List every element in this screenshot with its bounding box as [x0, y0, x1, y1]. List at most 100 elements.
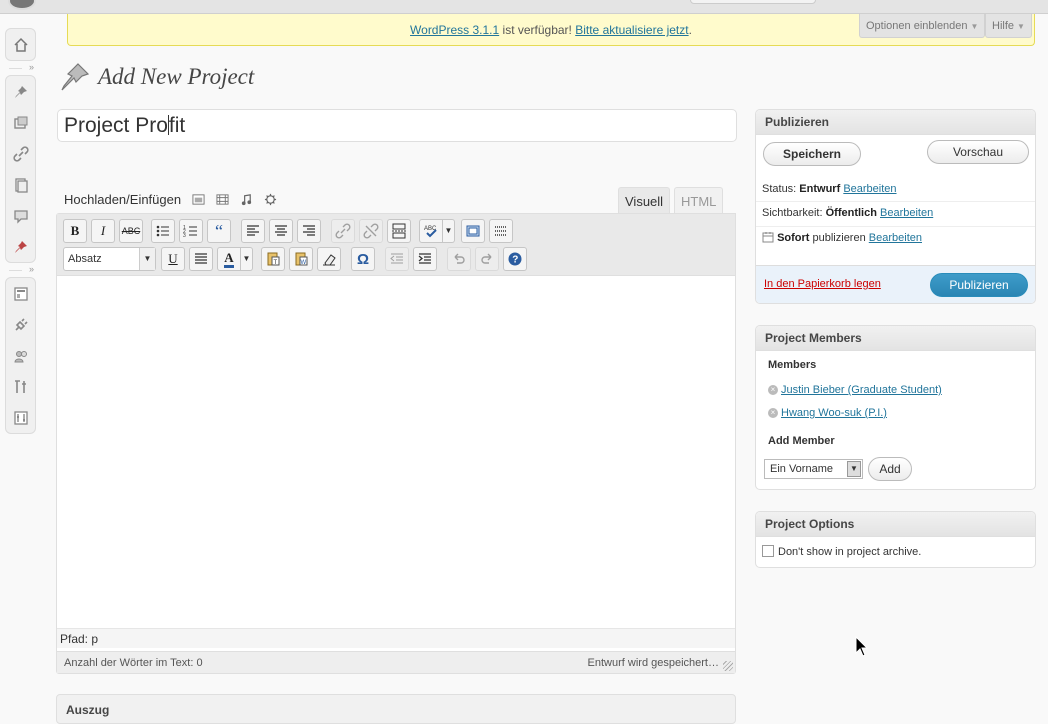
- add-member-button[interactable]: Add: [868, 457, 912, 481]
- strikethrough-button[interactable]: ABC: [119, 219, 143, 243]
- menu-group-settings: [5, 277, 36, 434]
- menu-media[interactable]: [6, 107, 35, 138]
- project-members-title[interactable]: Project Members: [756, 326, 1035, 351]
- comment-icon: [13, 209, 28, 224]
- link-icon: [335, 223, 351, 239]
- home-icon: [13, 37, 28, 52]
- help-editor-button[interactable]: ?: [503, 247, 527, 271]
- version-link[interactable]: WordPress 3.1.1: [410, 23, 499, 37]
- member-select[interactable]: Ein Vorname ▼: [764, 459, 863, 479]
- kitchen-sink-button[interactable]: [489, 219, 513, 243]
- insert-link-button[interactable]: [331, 219, 355, 243]
- menu-settings[interactable]: [6, 402, 35, 433]
- align-center-icon: [275, 225, 287, 236]
- numbered-list-button[interactable]: 123: [179, 219, 203, 243]
- preview-button[interactable]: Vorschau: [927, 140, 1029, 164]
- special-character-button[interactable]: Ω: [351, 247, 375, 271]
- add-image-icon[interactable]: [191, 193, 205, 207]
- fullscreen-button[interactable]: [461, 219, 485, 243]
- archive-checkbox[interactable]: [762, 545, 774, 557]
- format-select[interactable]: Absatz ▼: [63, 247, 156, 271]
- post-title-input[interactable]: Project Profit: [57, 109, 737, 142]
- underline-button[interactable]: U: [161, 247, 185, 271]
- excerpt-box-header[interactable]: Auszug: [56, 694, 736, 724]
- archive-checkbox-label[interactable]: Don't show in project archive.: [778, 546, 921, 558]
- menu-comments[interactable]: [6, 200, 35, 231]
- edit-status-link[interactable]: Bearbeiten: [843, 183, 896, 195]
- align-left-icon: [247, 225, 259, 236]
- add-video-icon[interactable]: [215, 193, 229, 207]
- svg-text:W: W: [301, 260, 307, 266]
- bullet-list-button[interactable]: [151, 219, 175, 243]
- align-center-button[interactable]: [269, 219, 293, 243]
- menu-dashboard[interactable]: [6, 29, 35, 60]
- menu-group-dashboard: [5, 28, 36, 61]
- settings-icon: [13, 410, 28, 425]
- bold-button[interactable]: B: [63, 219, 87, 243]
- editor-body[interactable]: [57, 276, 735, 628]
- resize-handle-icon[interactable]: [723, 661, 733, 671]
- undo-button[interactable]: [447, 247, 471, 271]
- menu-separator-2[interactable]: »: [5, 263, 36, 277]
- menu-projects[interactable]: [6, 231, 35, 262]
- italic-button[interactable]: I: [91, 219, 115, 243]
- wordpress-logo-icon[interactable]: [8, 0, 36, 10]
- menu-users[interactable]: [6, 340, 35, 371]
- text-color-dropdown-icon[interactable]: ▼: [241, 247, 253, 271]
- outdent-button[interactable]: [385, 247, 409, 271]
- add-media-icon[interactable]: [263, 193, 277, 207]
- menu-links[interactable]: [6, 138, 35, 169]
- publish-box: Publizieren Speichern Vorschau Status: E…: [755, 109, 1036, 304]
- project-options-title[interactable]: Project Options: [756, 512, 1035, 537]
- schedule-value: Sofort: [777, 232, 810, 244]
- menu-tools[interactable]: [6, 371, 35, 402]
- editor-toolbar: B I ABC 123 “ ABC ▼ Absatz ▼ U A ▼ T W Ω…: [57, 214, 735, 276]
- menu-posts[interactable]: [6, 76, 35, 107]
- align-right-button[interactable]: [297, 219, 321, 243]
- edit-visibility-link[interactable]: Bearbeiten: [880, 207, 933, 219]
- tab-visual[interactable]: Visuell: [618, 187, 671, 214]
- pushpin-icon: [14, 85, 27, 98]
- title-text-before: Project Pro: [64, 114, 168, 137]
- update-now-link[interactable]: Bitte aktualisiere jetzt: [575, 23, 688, 37]
- content-editor: B I ABC 123 “ ABC ▼ Absatz ▼ U A ▼ T W Ω…: [56, 213, 736, 674]
- paste-word-icon: W: [295, 252, 308, 266]
- undo-icon: [454, 253, 465, 264]
- member-link[interactable]: Justin Bieber (Graduate Student): [781, 384, 942, 396]
- menu-separator[interactable]: »: [5, 61, 36, 75]
- menu-pages[interactable]: [6, 169, 35, 200]
- remove-member-icon[interactable]: ×: [768, 385, 778, 395]
- justify-button[interactable]: [189, 247, 213, 271]
- menu-appearance[interactable]: [6, 278, 35, 309]
- menu-plugins[interactable]: [6, 309, 35, 340]
- paste-word-button[interactable]: W: [289, 247, 313, 271]
- indent-button[interactable]: [413, 247, 437, 271]
- paste-text-button[interactable]: T: [261, 247, 285, 271]
- align-justify-icon: [195, 253, 207, 264]
- publish-box-title[interactable]: Publizieren: [756, 110, 1035, 135]
- unlink-button[interactable]: [359, 219, 383, 243]
- spellcheck-button[interactable]: ABC: [419, 219, 443, 243]
- remove-member-icon[interactable]: ×: [768, 408, 778, 418]
- member-link[interactable]: Hwang Woo-suk (P.I.): [781, 407, 887, 419]
- spellcheck-dropdown-icon[interactable]: ▼: [443, 219, 455, 243]
- header-search-input[interactable]: [690, 0, 816, 4]
- tools-icon: [14, 379, 26, 393]
- remove-format-button[interactable]: [317, 247, 341, 271]
- blockquote-button[interactable]: “: [207, 219, 231, 243]
- screen-options-button[interactable]: Optionen einblenden ▼: [859, 14, 986, 38]
- help-button[interactable]: Hilfe ▼: [985, 14, 1032, 38]
- align-left-button[interactable]: [241, 219, 265, 243]
- status-label: Status:: [762, 183, 800, 195]
- text-color-button[interactable]: A: [217, 247, 241, 271]
- tab-html[interactable]: HTML: [674, 187, 724, 214]
- move-to-trash-link[interactable]: In den Papierkorb legen: [764, 278, 881, 290]
- chevron-down-icon: ▼: [139, 248, 155, 270]
- save-draft-button[interactable]: Speichern: [763, 142, 861, 166]
- add-audio-icon[interactable]: [239, 193, 253, 207]
- mouse-cursor-icon: [855, 636, 869, 657]
- publish-button[interactable]: Publizieren: [930, 273, 1028, 297]
- redo-button[interactable]: [475, 247, 499, 271]
- edit-schedule-link[interactable]: Bearbeiten: [869, 232, 922, 244]
- insert-more-button[interactable]: [387, 219, 411, 243]
